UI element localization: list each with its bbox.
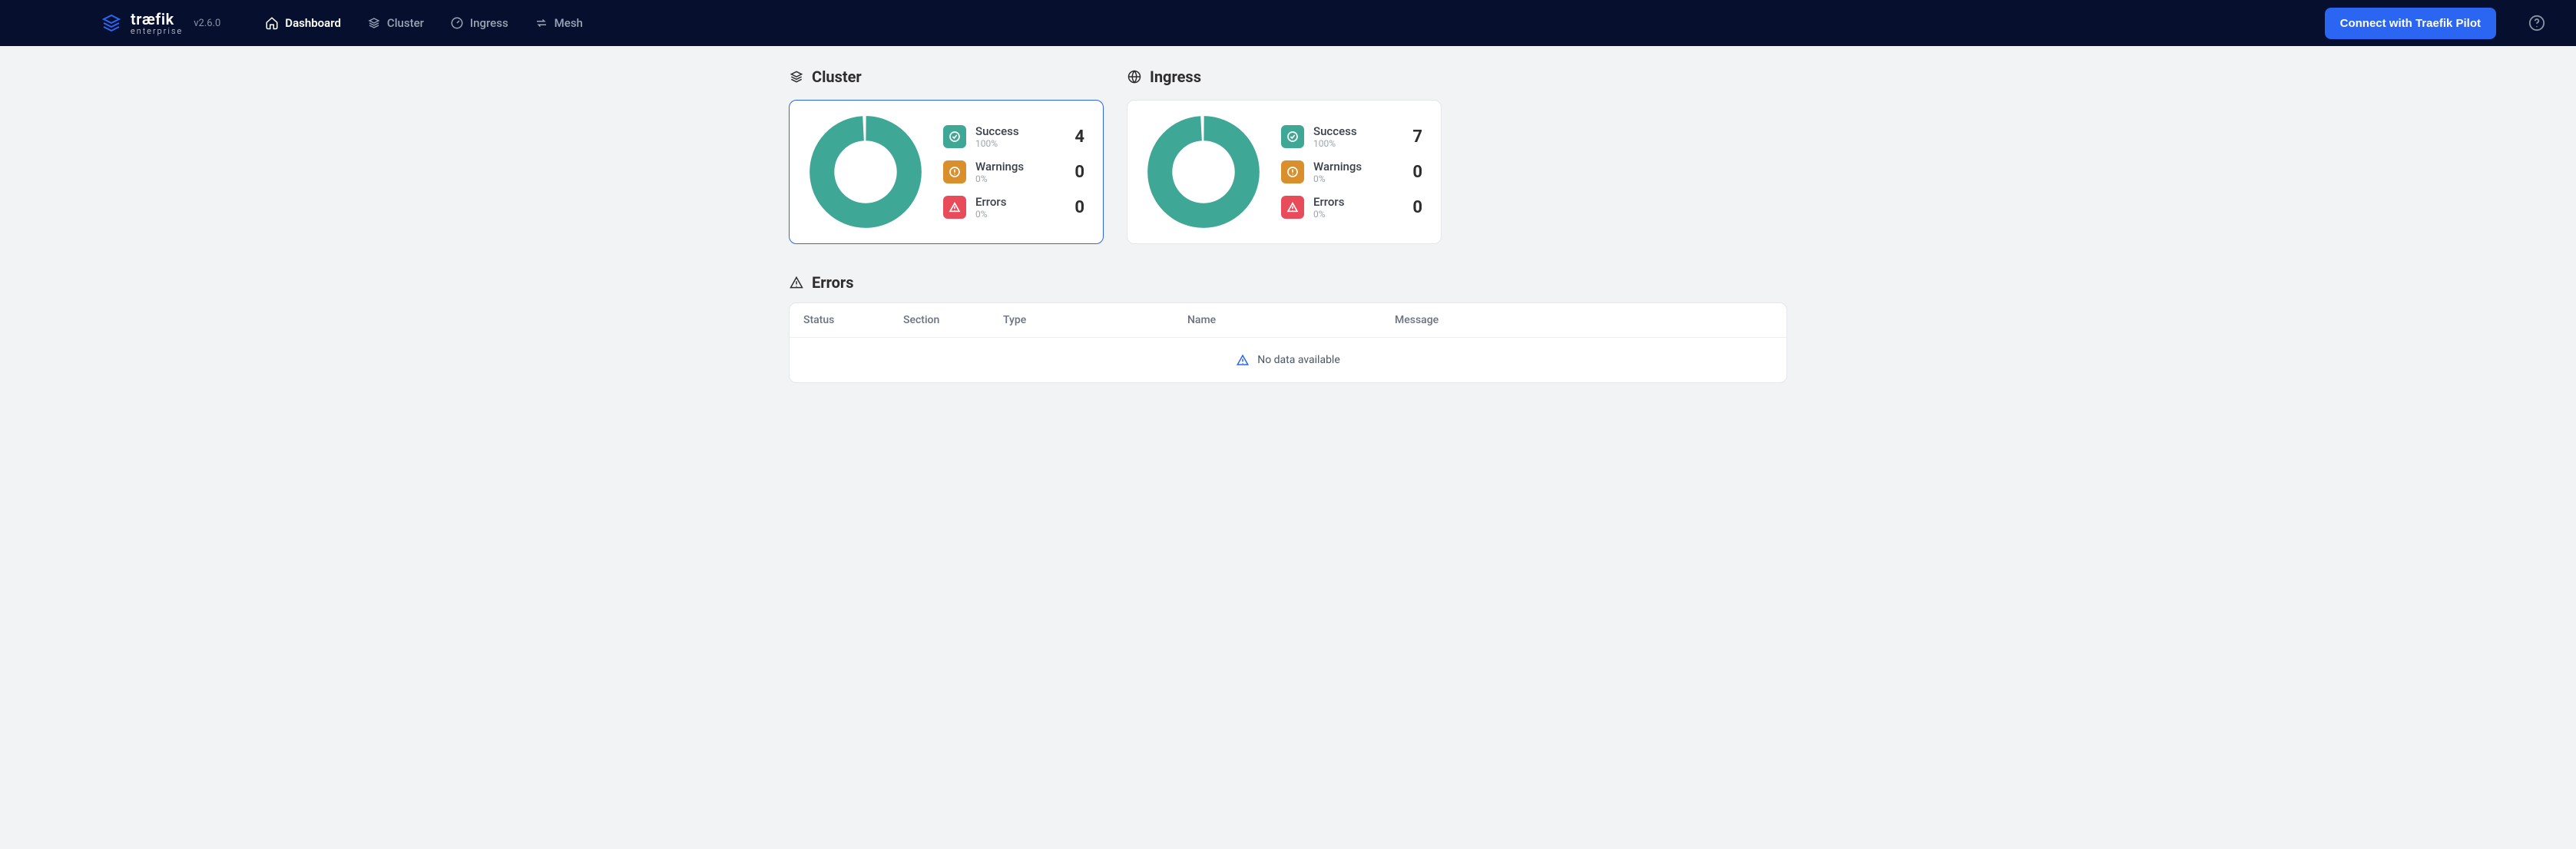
alert-triangle-icon (1236, 353, 1250, 367)
col-status[interactable]: Status (803, 314, 903, 326)
nav-mesh[interactable]: Mesh (524, 10, 594, 36)
errors-section: Errors Status Section Type Name Message … (789, 273, 1787, 383)
nav-dashboard-label: Dashboard (285, 16, 341, 30)
alert-circle-icon (943, 160, 966, 183)
errors-table-header: Status Section Type Name Message (790, 303, 1786, 338)
cluster-success-row: Success 100% 4 (943, 124, 1084, 149)
ingress-warnings-row: Warnings 0% 0 (1281, 160, 1422, 184)
gauge-icon (450, 16, 464, 30)
cluster-title: Cluster (812, 68, 862, 86)
errors-table: Status Section Type Name Message No data… (789, 302, 1787, 383)
stat-label: Warnings (1313, 160, 1398, 173)
version-label: v2.6.0 (194, 18, 220, 29)
ingress-donut-chart (1146, 114, 1261, 230)
cluster-card[interactable]: Success 100% 4 Warnings 0% 0 (789, 100, 1104, 244)
stat-label: Success (975, 124, 1060, 138)
nav-cluster-label: Cluster (387, 16, 424, 30)
stat-count: 0 (1069, 198, 1084, 217)
brand-logo[interactable]: træfik enterprise v2.6.0 (100, 12, 220, 35)
ingress-section: Ingress Success 100% 7 (1127, 68, 1442, 244)
brand-text: træfik enterprise (131, 12, 183, 35)
stat-count: 0 (1407, 198, 1422, 217)
cluster-donut-chart (808, 114, 923, 230)
stat-pct: 0% (975, 173, 1060, 184)
brand-line-1: træfik (131, 12, 183, 27)
col-name[interactable]: Name (1187, 314, 1395, 326)
alert-triangle-icon (1281, 196, 1304, 219)
col-type[interactable]: Type (1003, 314, 1187, 326)
stat-pct: 100% (1313, 138, 1398, 149)
errors-table-empty: No data available (790, 338, 1786, 382)
connect-pilot-button[interactable]: Connect with Traefik Pilot (2325, 8, 2496, 39)
ingress-errors-row: Errors 0% 0 (1281, 195, 1422, 220)
stat-label: Errors (975, 195, 1060, 209)
alert-triangle-icon (789, 275, 804, 290)
cluster-warnings-row: Warnings 0% 0 (943, 160, 1084, 184)
nav-mesh-label: Mesh (555, 16, 583, 30)
errors-title: Errors (812, 273, 853, 292)
layers-icon (789, 69, 804, 84)
stat-count: 7 (1407, 127, 1422, 147)
traefik-logo-icon (100, 12, 123, 35)
stat-count: 0 (1069, 163, 1084, 182)
cluster-errors-row: Errors 0% 0 (943, 195, 1084, 220)
nav-cluster[interactable]: Cluster (356, 10, 435, 36)
errors-empty-text: No data available (1257, 354, 1340, 366)
ingress-success-row: Success 100% 7 (1281, 124, 1422, 149)
home-icon (265, 16, 279, 30)
main-nav: Dashboard Cluster Ingress Mesh (254, 10, 594, 36)
stat-count: 0 (1407, 163, 1422, 182)
main-content: Cluster Success 100% 4 (789, 46, 1787, 414)
ingress-card[interactable]: Success 100% 7 Warnings 0% 0 (1127, 100, 1442, 244)
stat-pct: 0% (1313, 209, 1398, 220)
top-bar: træfik enterprise v2.6.0 Dashboard Clust… (0, 0, 2576, 46)
swap-icon (535, 16, 548, 30)
brand-line-2: enterprise (131, 27, 183, 35)
stat-label: Errors (1313, 195, 1398, 209)
check-circle-icon (943, 125, 966, 148)
check-circle-icon (1281, 125, 1304, 148)
stat-count: 4 (1069, 127, 1084, 147)
alert-circle-icon (1281, 160, 1304, 183)
globe-icon (1127, 69, 1142, 84)
nav-ingress-label: Ingress (470, 16, 508, 30)
help-icon[interactable] (2528, 15, 2545, 31)
nav-ingress[interactable]: Ingress (439, 10, 519, 36)
col-section[interactable]: Section (903, 314, 1003, 326)
stat-pct: 0% (975, 209, 1060, 220)
stat-label: Warnings (975, 160, 1060, 173)
stat-pct: 0% (1313, 173, 1398, 184)
stat-label: Success (1313, 124, 1398, 138)
alert-triangle-icon (943, 196, 966, 219)
cluster-section: Cluster Success 100% 4 (789, 68, 1104, 244)
layers-icon (367, 16, 381, 30)
ingress-title: Ingress (1150, 68, 1201, 86)
stat-pct: 100% (975, 138, 1060, 149)
col-message[interactable]: Message (1395, 314, 1773, 326)
nav-dashboard[interactable]: Dashboard (254, 10, 352, 36)
